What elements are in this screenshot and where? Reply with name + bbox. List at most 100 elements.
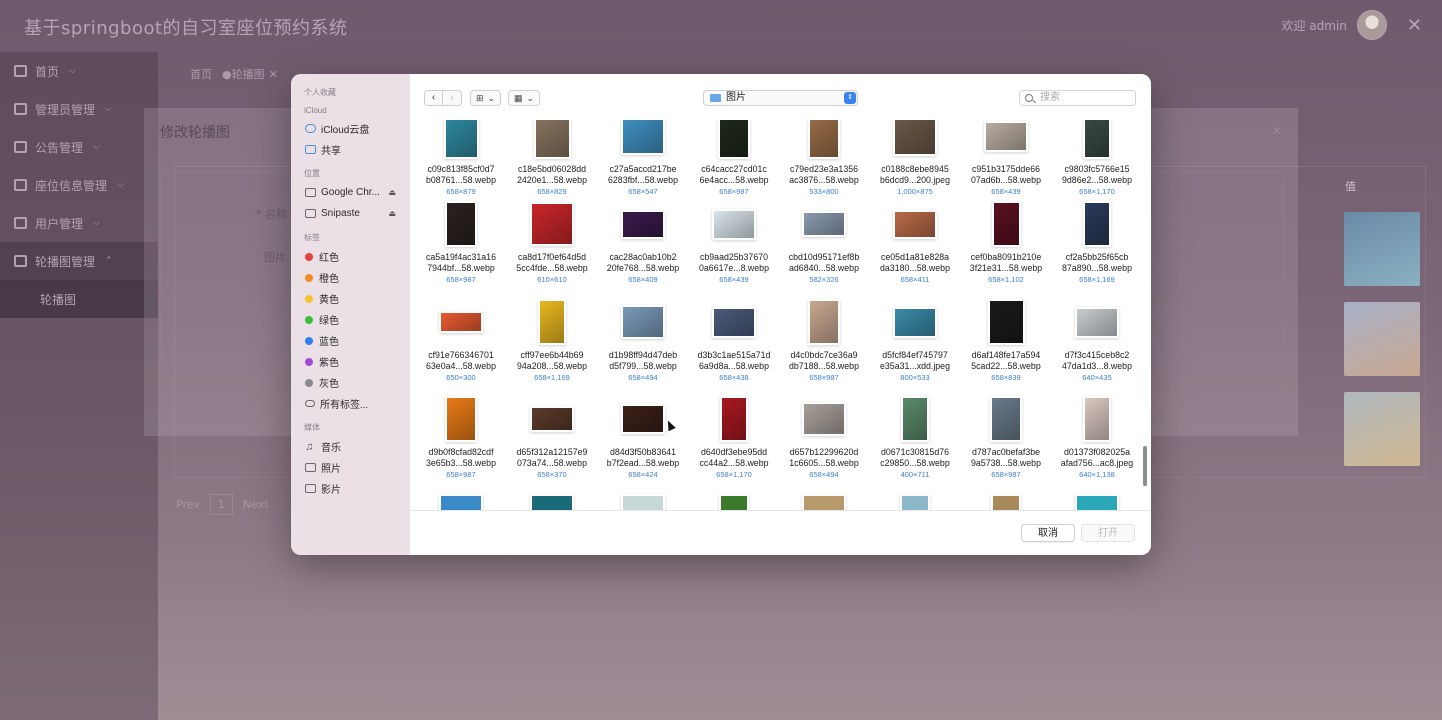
sidebar-item-users[interactable]: 用户管理 ⌵ [0,204,158,242]
cancel-button[interactable]: 取消 [1021,524,1075,542]
breadcrumb-home[interactable]: 首页 [190,66,212,82]
sidebar-item-notices[interactable]: 公告管理 ⌵ [0,128,158,166]
view-mode-button[interactable]: ⊞ ⌄ [470,90,502,106]
file-item-partial[interactable] [870,496,960,510]
file-item[interactable]: cef0ba8091b210e 3f21e31...58.webp 658×1,10… [961,202,1051,284]
sidebar-item-label: 用户管理 [35,216,84,231]
file-item[interactable]: d01373f082025a afad756...ac8.jpeg 640×1,13… [1052,397,1142,479]
close-icon[interactable]: ✕ [1407,15,1422,36]
file-item[interactable]: c9803fc5766e15 9d86e2...58.webp 658×1,170 [1052,120,1142,196]
file-item[interactable]: c09c813f85cf0d7 b08761...58.webp 658×879 [416,120,506,196]
sidebar-item-music[interactable]: ♫ 音乐 [291,436,410,457]
file-browser: ‹ › ⊞ ⌄ ▦ ⌄ 图片 ⇕ 搜索 c09c813f85cf0d7 b08761.… [410,74,1151,555]
file-item[interactable]: d4c0bdc7ce36a9 db7188...58.webp 658×987 [779,300,869,382]
group-button[interactable]: ▦ ⌄ [508,90,541,106]
file-item[interactable]: c951b3175dde66 07ad6b...58.webp 658×439 [961,120,1051,196]
sidebar-item-snipaste[interactable]: Snipaste ⏏ [291,203,410,224]
file-item[interactable]: d5fcf84ef745797 e35a31...xdd.jpeg 800×533 [870,300,960,382]
file-item-partial[interactable] [1052,496,1142,510]
file-dimensions: 658×494 [628,373,658,382]
close-icon[interactable]: ✕ [269,68,278,81]
file-thumbnail [540,301,564,343]
file-item[interactable]: d65f312a12157e9 073a74...58.webp 658×370 [507,397,597,479]
prev-button[interactable]: Prev [176,498,200,511]
eject-icon[interactable]: ⏏ [388,209,396,218]
sidebar-item-icloud-drive[interactable]: iCloud云盘 [291,118,410,139]
file-item[interactable]: d0671c30815d76 c29850...58.webp 400×711 [870,397,960,479]
disk-icon [305,188,316,197]
picker-toolbar: ‹ › ⊞ ⌄ ▦ ⌄ 图片 ⇕ 搜索 [410,74,1151,120]
file-item[interactable]: d7f3c415ceb8c2 47da1d3...8.webp 640×435 [1052,300,1142,382]
file-item[interactable]: ce05d1a81e828a da3180...58.webp 658×411 [870,202,960,284]
file-item[interactable]: cbd10d95171ef8b ad6840...58.webp 582×326 [779,202,869,284]
next-button[interactable]: Next [243,498,269,511]
tag-all[interactable]: 所有标签... [291,393,410,414]
file-name-line2: 5cad22...58.webp [971,361,1041,371]
file-item-partial[interactable] [598,496,688,510]
sidebar-item-carousel[interactable]: 轮播图管理 ⌃ [0,242,158,280]
file-dimensions: 658×439 [991,187,1021,196]
file-item[interactable]: c18e5bd06028dd 2420e1...58.webp 658×829 [507,120,597,196]
tag-purple[interactable]: 紫色 [291,351,410,372]
avatar[interactable] [1356,10,1387,40]
file-item[interactable]: cff97ee6b44b69 94a208...58.webp 658×1,169 [507,300,597,382]
file-dimensions: 533×800 [809,187,839,196]
file-item-partial[interactable] [689,496,779,510]
file-item[interactable]: d9b0f8cfad82cdf 3e65b3...58.webp 658×987 [416,397,506,479]
file-thumbnail [986,122,1026,150]
sidebar-item-label: 轮播图 [40,292,77,307]
sidebar-item-seats[interactable]: 座位信息管理 ⌵ [0,166,158,204]
file-thumbnail [623,211,663,237]
sidebar-item-shared[interactable]: 共享 [291,139,410,160]
file-thumbnail [445,120,477,157]
file-item[interactable]: cb9aad25b37670 0a6617e...8.webp 658×439 [689,202,779,284]
file-item-partial[interactable] [507,496,597,510]
file-item[interactable]: d640df3ebe95dd cc44a2...58.webp 658×1,170 [689,397,779,479]
eject-icon[interactable]: ⏏ [388,188,396,197]
file-item[interactable]: cf91e766346701 63e0a4...58.webp 650×300 [416,300,506,382]
file-item[interactable]: d657b12299620d 1c6605...58.webp 658×494 [779,397,869,479]
tag-orange[interactable]: 橙色 [291,267,410,288]
close-icon[interactable]: ✕ [1272,124,1282,138]
tag-red[interactable]: 红色 [291,246,410,267]
back-button[interactable]: ‹ [424,90,443,106]
forward-button[interactable]: › [443,90,462,106]
location-selector[interactable]: 图片 ⇕ [703,90,858,106]
sidebar-item-movies[interactable]: 影片 [291,478,410,499]
tag-blue[interactable]: 蓝色 [291,330,410,351]
page-1-button[interactable]: 1 [210,494,233,515]
sidebar-item-home[interactable]: 首页 ⌵ [0,52,158,90]
file-item[interactable]: ca5a19f4ac31a16 7944bf...58.webp 658×987 [416,202,506,284]
tag-green[interactable]: 绿色 [291,309,410,330]
file-name: cf91e766346701 [428,350,494,360]
sidebar-item-photos[interactable]: 照片 [291,457,410,478]
sidebar-subitem-carousel[interactable]: 轮播图 [0,280,158,318]
sidebar-item-admins[interactable]: 管理员管理 ⌵ [0,90,158,128]
file-item-partial[interactable] [416,496,506,510]
search-input[interactable]: 搜索 [1019,90,1136,106]
file-item[interactable]: c64cacc27cd01c 6e4acc...58.webp 658×987 [689,120,779,196]
file-item[interactable]: d787ac0befaf3be 9a5738...58.webp 658×987 [961,397,1051,479]
file-item[interactable]: c27a5accd217be 6283fbf...58.webp 658×547 [598,120,688,196]
tab-carousel[interactable]: ●轮播图 ✕ [222,66,278,82]
file-item[interactable]: cf2a5bb25f65cb 87a890...58.webp 658×1,169 [1052,202,1142,284]
tag-gray[interactable]: 灰色 [291,372,410,393]
file-item-partial[interactable] [779,496,869,510]
file-item[interactable]: ca8d17f0ef64d5d 5cc4fde...58.webp 610×610 [507,202,597,284]
file-item[interactable]: d84d3f50b83641 b7f2ead...58.webp 658×424 [598,397,688,479]
file-thumbnail-wrap [1052,202,1142,246]
file-item-partial[interactable] [961,496,1051,510]
sidebar-item-google-chrome[interactable]: Google Chr... ⏏ [291,182,410,203]
scrollbar[interactable] [1143,446,1147,486]
file-item[interactable]: c79ed23e3a1356 ac3876...58.webp 533×800 [779,120,869,196]
file-item[interactable]: c0188c8ebe8945 b6dcd9...200.jpeg 1,000×875 [870,120,960,196]
file-item[interactable]: d6af148fe17a594 5cad22...58.webp 658×839 [961,300,1051,382]
file-item[interactable]: d3b3c1ae515a71d 6a9d8a...58.webp 658×438 [689,300,779,382]
file-dimensions: 658×547 [628,187,658,196]
file-item[interactable]: cac28ac0ab10b2 20fe768...58.webp 658×409 [598,202,688,284]
tag-yellow[interactable]: 黄色 [291,288,410,309]
open-button[interactable]: 打开 [1081,524,1135,542]
chevron-up-icon: ⌃ [105,256,113,266]
file-name: cff97ee6b44b69 [520,350,584,360]
file-item[interactable]: d1b98ff94d47deb d5f799...58.webp 658×494 [598,300,688,382]
